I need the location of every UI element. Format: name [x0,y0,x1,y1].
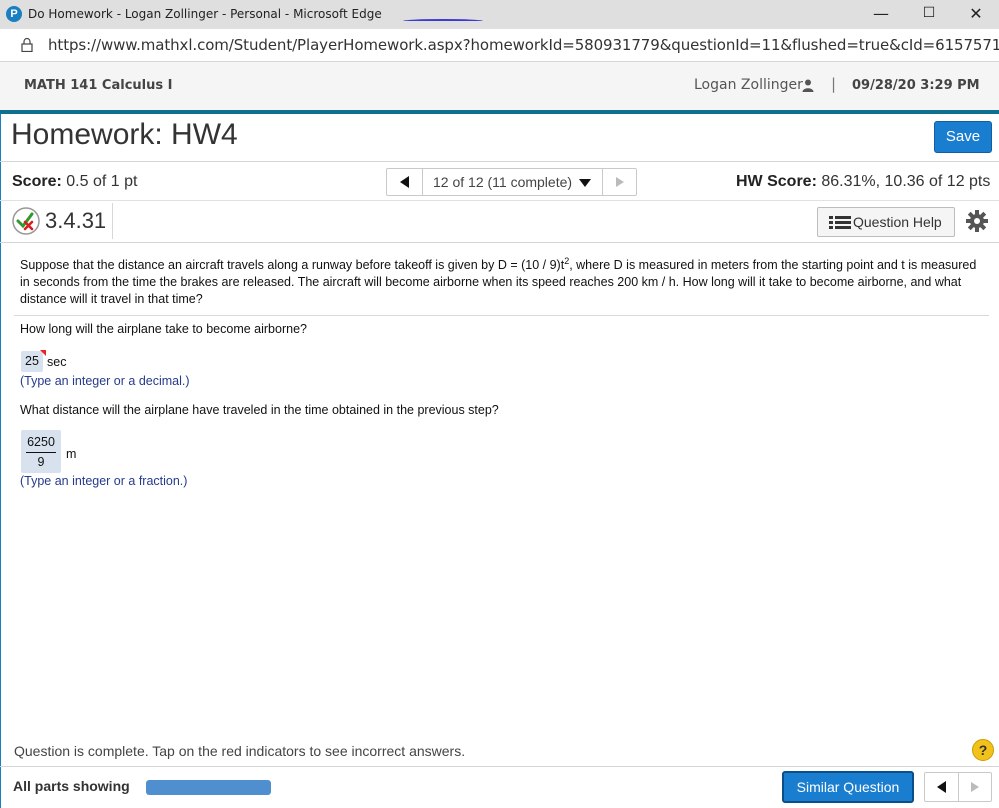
question-help-label: Question Help [853,214,942,230]
next-question-button[interactable] [602,169,636,195]
lock-icon [21,37,33,52]
address-bar[interactable]: https://www.mathxl.com/Student/PlayerHom… [0,29,999,62]
course-header: MATH 141 Calculus I Logan Zollinger | 09… [0,62,999,110]
part1-prompt: How long will the airplane take to becom… [20,322,307,336]
user-icon [802,79,814,92]
gear-icon[interactable] [965,209,989,233]
part1-answer-value: 25 [25,354,39,368]
close-window-button[interactable]: ✕ [953,0,999,29]
help-icon[interactable]: ? [972,739,994,761]
completion-message: Question is complete. Tap on the red ind… [14,743,466,759]
divider [0,766,999,767]
question-score: Score: 0.5 of 1 pt [12,173,137,191]
course-name[interactable]: MATH 141 Calculus I [24,78,172,93]
parts-progress-fill [146,780,271,795]
divider [0,242,999,243]
divider [112,203,113,239]
question-number: 3.4.31 [45,208,107,233]
list-icon [829,216,851,229]
part2-prompt: What distance will the airplane have tra… [20,403,499,417]
problem-text-part1: Suppose that the distance an aircraft tr… [20,258,565,272]
header-divider [0,110,999,114]
previous-question-button[interactable] [387,169,423,195]
question-select-value: 12 of 12 (11 complete) [433,174,573,190]
fraction-numerator: 6250 [27,435,55,449]
next-button[interactable] [959,773,991,801]
homework-score: HW Score: 86.31%, 10.36 of 12 pts [736,173,990,191]
header-datetime: 09/28/20 3:29 PM [852,78,980,93]
divider [0,161,999,162]
hw-score-value: 86.31%, 10.36 of 12 pts [821,173,991,190]
score-value: 0.5 of 1 pt [66,173,138,190]
part1-hint: (Type an integer or a decimal.) [20,374,190,388]
question-select[interactable]: 12 of 12 (11 complete) [423,169,602,195]
divider [14,315,989,316]
score-label: Score: [12,173,62,190]
part2-answer-field[interactable]: 6250 9 [21,430,61,473]
part1-answer-field[interactable]: 25 [21,350,46,372]
part2-unit: m [66,447,77,461]
window-edge [0,0,1,808]
fraction-denominator: 9 [37,455,45,469]
incorrect-indicator-icon[interactable] [40,350,46,356]
dropdown-caret-icon [579,179,591,187]
save-button[interactable]: Save [934,121,992,153]
url-text[interactable]: https://www.mathxl.com/Student/PlayerHom… [48,36,999,54]
part2-hint: (Type an integer or a fraction.) [20,474,188,488]
previous-button[interactable] [925,773,959,801]
maximize-button[interactable]: ☐ [906,0,952,29]
hw-score-label: HW Score: [736,173,817,190]
divider [0,200,999,201]
page-title: Homework: HW4 [11,118,238,151]
bottom-pager [924,772,992,802]
part1-unit: sec [47,355,67,369]
similar-question-button[interactable]: Similar Question [782,771,914,803]
pearson-app-icon: P [6,6,22,22]
parts-label: All parts showing [13,778,130,794]
partial-correct-icon [12,207,40,235]
user-name[interactable]: Logan Zollinger [694,77,803,93]
pen-scribble-mark [403,19,483,23]
question-help-button[interactable]: Question Help [817,207,955,237]
header-separator: | [831,75,837,93]
problem-statement: Suppose that the distance an aircraft tr… [20,256,980,308]
parts-progress-bar [146,780,271,795]
window-title: Do Homework - Logan Zollinger - Personal… [28,7,382,21]
minimize-button[interactable]: — [858,0,904,29]
question-navigator: 12 of 12 (11 complete) [386,168,637,196]
browser-titlebar: P Do Homework - Logan Zollinger - Person… [0,0,999,29]
fraction-bar [26,452,56,453]
